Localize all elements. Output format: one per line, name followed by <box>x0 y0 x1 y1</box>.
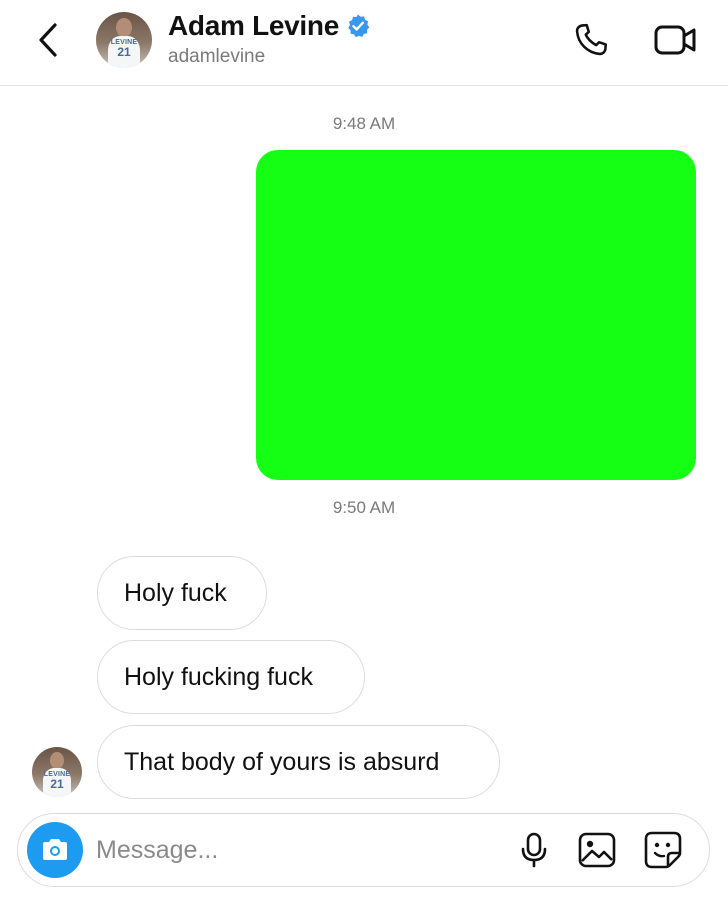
avatar-head <box>116 17 132 37</box>
verified-badge-icon <box>345 13 371 39</box>
message-timestamp: 9:50 AM <box>332 498 396 517</box>
video-camera-icon <box>654 25 696 55</box>
contact-username: adamlevine <box>168 46 266 67</box>
chat-header: LEVINE 21 Adam Levine adamlevine <box>0 0 728 86</box>
contact-name: Adam Levine <box>168 10 339 41</box>
video-call-button[interactable] <box>650 18 700 62</box>
contact-name-row[interactable]: Adam Levine <box>168 6 371 46</box>
avatar-jersey: LEVINE 21 <box>43 768 71 797</box>
chevron-left-icon <box>39 23 57 57</box>
avatar[interactable]: LEVINE 21 <box>96 12 152 68</box>
received-message-bubble[interactable]: Holy fuck <box>97 556 267 630</box>
phone-icon <box>575 23 607 56</box>
avatar-jersey: LEVINE 21 <box>108 35 140 68</box>
sticker-icon <box>644 831 682 869</box>
received-message-bubble[interactable]: Holy fucking fuck <box>97 640 365 714</box>
camera-icon <box>43 839 67 860</box>
message-input[interactable] <box>96 828 486 872</box>
avatar-jersey-number: 21 <box>117 44 131 59</box>
audio-call-button[interactable] <box>568 18 614 62</box>
sticker-button[interactable] <box>642 829 684 871</box>
microphone-icon <box>521 832 547 868</box>
avatar-jersey-number: 21 <box>50 777 64 791</box>
back-button[interactable] <box>30 18 66 62</box>
sender-avatar[interactable]: LEVINE 21 <box>32 747 82 797</box>
message-composer <box>17 813 710 887</box>
message-timestamp: 9:48 AM <box>332 114 396 133</box>
gallery-button[interactable] <box>576 830 618 870</box>
avatar-head <box>50 752 64 769</box>
image-icon <box>578 832 616 868</box>
sent-media-message[interactable] <box>256 150 696 480</box>
voice-message-button[interactable] <box>514 830 554 870</box>
camera-button[interactable] <box>27 822 83 878</box>
received-message-bubble[interactable]: That body of yours is absurd <box>97 725 500 799</box>
